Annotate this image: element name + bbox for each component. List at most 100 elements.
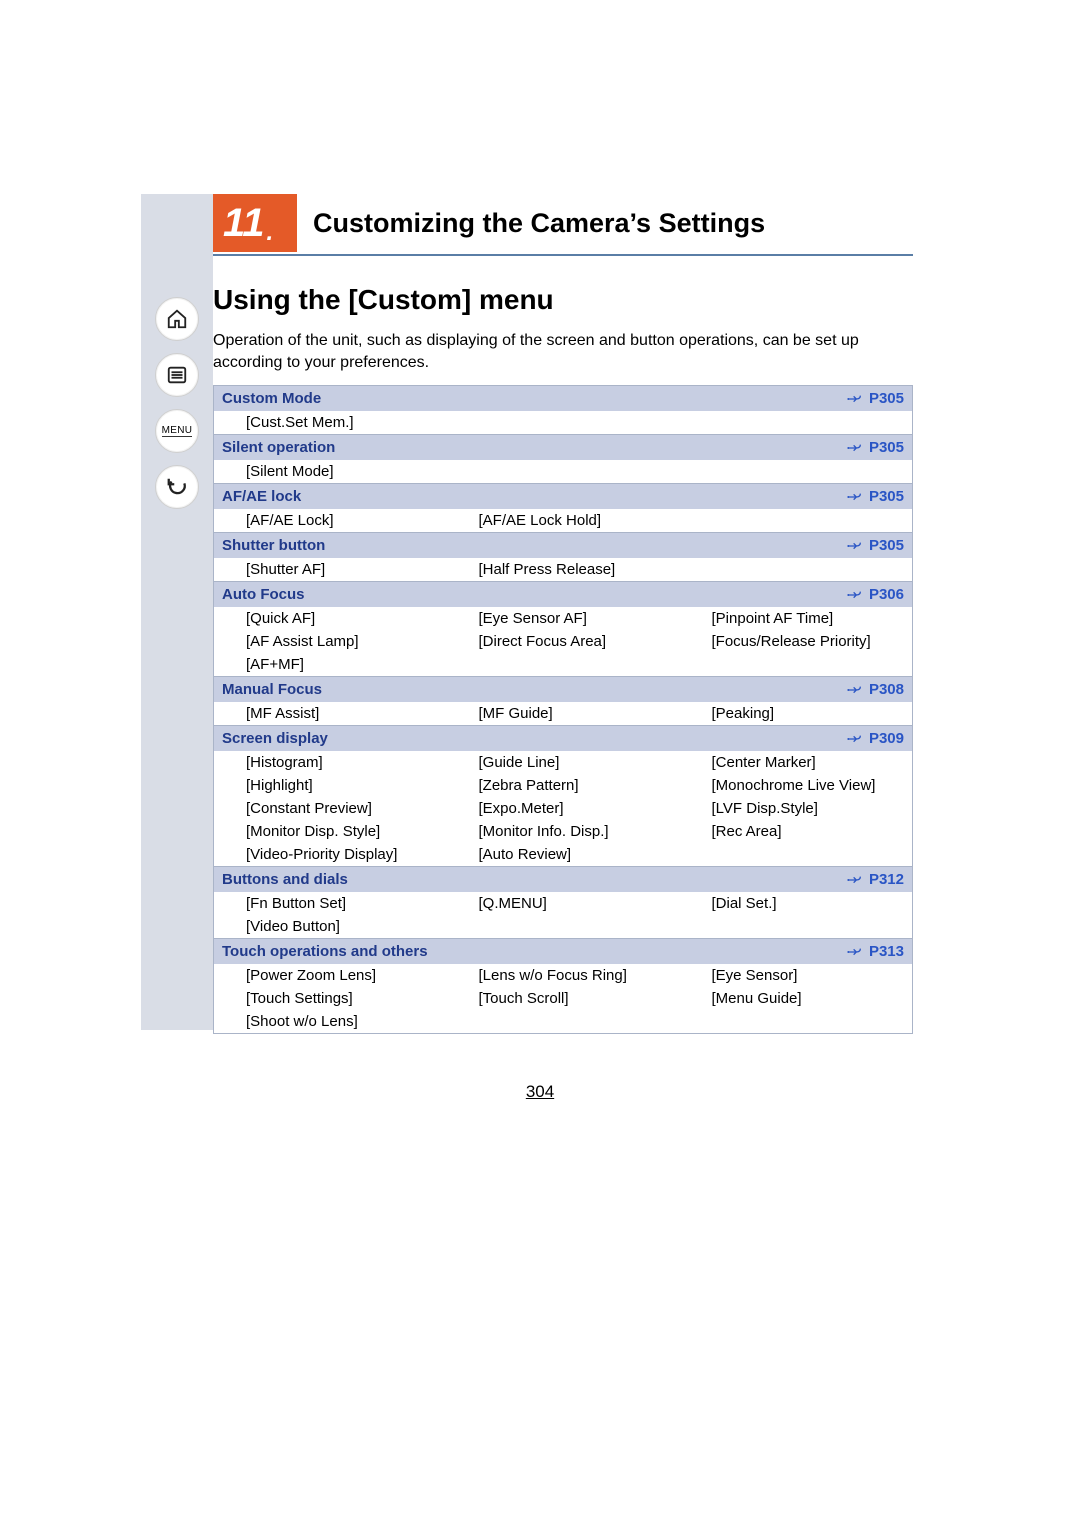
chapter-title: Customizing the Camera’s Settings: [313, 208, 765, 239]
menu-item: [Video-Priority Display]: [214, 843, 447, 867]
category-header: Screen display P309: [214, 726, 913, 752]
item-row: [Touch Settings][Touch Scroll][Menu Guid…: [214, 987, 913, 1010]
category-header: Touch operations and others P313: [214, 939, 913, 965]
menu-item: [447, 915, 680, 939]
menu-item: [680, 411, 913, 435]
menu-item: [Lens w/o Focus Ring]: [447, 964, 680, 987]
menu-item: [Expo.Meter]: [447, 797, 680, 820]
menu-item: [Half Press Release]: [447, 558, 680, 582]
category-title: Buttons and dials: [214, 867, 680, 893]
item-row: [Monitor Disp. Style][Monitor Info. Disp…: [214, 820, 913, 843]
category-title: Screen display: [214, 726, 680, 752]
intro-paragraph: Operation of the unit, such as displayin…: [213, 330, 913, 373]
menu-item: [Monochrome Live View]: [680, 774, 913, 797]
item-row: [Shoot w/o Lens]: [214, 1010, 913, 1034]
chapter-number: 11: [223, 201, 265, 246]
page-reference-link[interactable]: P306: [680, 582, 913, 608]
contents-button[interactable]: [155, 353, 199, 397]
menu-item: [Q.MENU]: [447, 892, 680, 915]
menu-item: [Dial Set.]: [680, 892, 913, 915]
page-reference-link[interactable]: P313: [680, 939, 913, 965]
menu-item: [Fn Button Set]: [214, 892, 447, 915]
menu-item: [447, 460, 680, 484]
category-title: Touch operations and others: [214, 939, 680, 965]
page-reference-link[interactable]: P305: [680, 533, 913, 559]
menu-item: [680, 843, 913, 867]
menu-item: [680, 460, 913, 484]
page-reference-link[interactable]: P305: [680, 484, 913, 510]
item-row: [AF Assist Lamp][Direct Focus Area][Focu…: [214, 630, 913, 653]
menu-item: [Power Zoom Lens]: [214, 964, 447, 987]
menu-item: [Rec Area]: [680, 820, 913, 843]
section-title: Using the [Custom] menu: [213, 284, 913, 316]
menu-item: [AF/AE Lock Hold]: [447, 509, 680, 533]
menu-item: [Cust.Set Mem.]: [214, 411, 447, 435]
menu-item: [Center Marker]: [680, 751, 913, 774]
page-reference-link[interactable]: P312: [680, 867, 913, 893]
category-title: Custom Mode: [214, 386, 680, 412]
menu-item: [447, 1010, 680, 1034]
category-header: Shutter button P305: [214, 533, 913, 559]
item-row: [Highlight][Zebra Pattern][Monochrome Li…: [214, 774, 913, 797]
menu-item: [680, 915, 913, 939]
category-header: Buttons and dials P312: [214, 867, 913, 893]
menu-item: [Histogram]: [214, 751, 447, 774]
menu-item: [447, 411, 680, 435]
menu-item: [Peaking]: [680, 702, 913, 726]
home-button[interactable]: [155, 297, 199, 341]
menu-item: [Quick AF]: [214, 607, 447, 630]
item-row: [Power Zoom Lens][Lens w/o Focus Ring][E…: [214, 964, 913, 987]
menu-item: [LVF Disp.Style]: [680, 797, 913, 820]
item-row: [AF/AE Lock][AF/AE Lock Hold]: [214, 509, 913, 533]
menu-item: [Touch Scroll]: [447, 987, 680, 1010]
menu-item: [680, 1010, 913, 1034]
page-reference-link[interactable]: P305: [680, 435, 913, 461]
category-title: Auto Focus: [214, 582, 680, 608]
item-row: [Constant Preview][Expo.Meter][LVF Disp.…: [214, 797, 913, 820]
item-row: [Cust.Set Mem.]: [214, 411, 913, 435]
page-number[interactable]: 304: [0, 1082, 1080, 1102]
menu-item: [Highlight]: [214, 774, 447, 797]
menu-item: [Eye Sensor]: [680, 964, 913, 987]
item-row: [Histogram][Guide Line][Center Marker]: [214, 751, 913, 774]
menu-button[interactable]: MENU: [155, 409, 199, 453]
menu-item: [MF Guide]: [447, 702, 680, 726]
category-header: Manual Focus P308: [214, 677, 913, 703]
menu-item: [680, 558, 913, 582]
back-icon: [166, 476, 188, 498]
menu-item: [Monitor Info. Disp.]: [447, 820, 680, 843]
menu-item: [Monitor Disp. Style]: [214, 820, 447, 843]
menu-item: [Shoot w/o Lens]: [214, 1010, 447, 1034]
page-reference-link[interactable]: P309: [680, 726, 913, 752]
category-header: AF/AE lock P305: [214, 484, 913, 510]
menu-item: [Constant Preview]: [214, 797, 447, 820]
page-reference-link[interactable]: P308: [680, 677, 913, 703]
menu-item: [680, 509, 913, 533]
menu-item: [Focus/Release Priority]: [680, 630, 913, 653]
menu-label: MENU: [162, 425, 193, 437]
menu-item: [Direct Focus Area]: [447, 630, 680, 653]
item-row: [AF+MF]: [214, 653, 913, 677]
menu-item: [447, 653, 680, 677]
item-row: [Fn Button Set][Q.MENU][Dial Set.]: [214, 892, 913, 915]
category-header: Custom Mode P305: [214, 386, 913, 412]
menu-item: [Video Button]: [214, 915, 447, 939]
page-reference-link[interactable]: P305: [680, 386, 913, 412]
item-row: [Video Button]: [214, 915, 913, 939]
menu-item: [Silent Mode]: [214, 460, 447, 484]
menu-item: [Pinpoint AF Time]: [680, 607, 913, 630]
item-row: [MF Assist][MF Guide][Peaking]: [214, 702, 913, 726]
custom-menu-table: Custom Mode P305[Cust.Set Mem.]Silent op…: [213, 385, 913, 1034]
chapter-header: 11. Customizing the Camera’s Settings: [213, 194, 913, 256]
chapter-dot: .: [267, 219, 274, 247]
item-row: [Quick AF][Eye Sensor AF][Pinpoint AF Ti…: [214, 607, 913, 630]
menu-item: [Menu Guide]: [680, 987, 913, 1010]
category-header: Auto Focus P306: [214, 582, 913, 608]
sidebar: MENU: [141, 297, 213, 509]
category-title: Manual Focus: [214, 677, 680, 703]
list-icon: [166, 364, 188, 386]
back-button[interactable]: [155, 465, 199, 509]
menu-item: [AF+MF]: [214, 653, 447, 677]
category-title: Shutter button: [214, 533, 680, 559]
menu-item: [Guide Line]: [447, 751, 680, 774]
